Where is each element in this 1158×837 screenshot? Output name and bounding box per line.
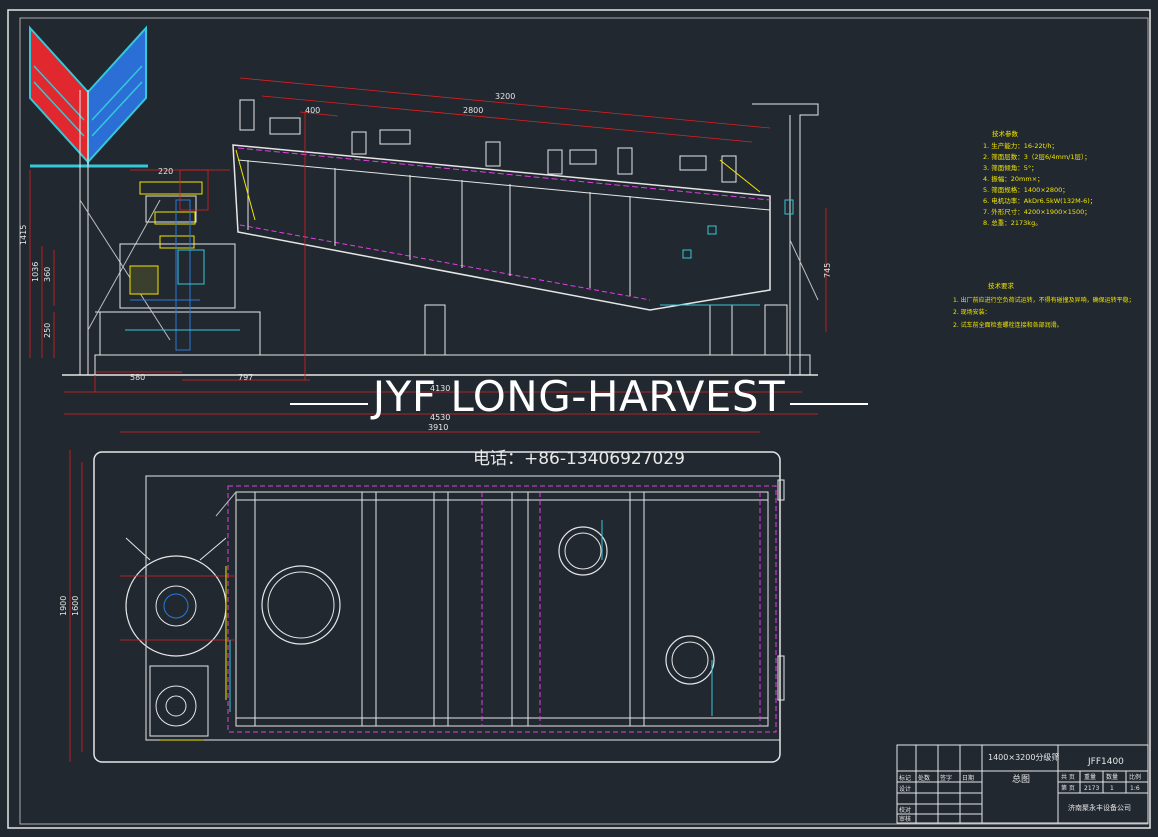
plan-view — [69, 431, 785, 763]
tech-spec-item: 5. 筛面规格：1400×2800； — [983, 185, 1069, 194]
drawing-name: 1400×3200分级筛 — [988, 752, 1059, 762]
dim-plan-width-outer: 1900 — [59, 596, 68, 616]
tech-req-item: 1. 出厂前应进行空负荷试运转，不得有碰撞及异响，确保运转平稳； — [953, 296, 1135, 304]
title-meta-header: 重量 — [1084, 773, 1096, 781]
title-row-label: 校对 — [899, 806, 911, 814]
tech-req-item: 2. 现场安装： — [953, 308, 991, 316]
title-meta-header: 比例 — [1129, 773, 1141, 781]
tech-spec-item: 8. 总重：2173kg。 — [983, 218, 1042, 227]
tech-req-header: 技术要求 — [988, 281, 1015, 290]
title-meta-value: 1:6 — [1130, 785, 1140, 792]
dim-left-height-2: 1036 — [31, 262, 40, 282]
inner-frame — [19, 17, 1149, 825]
tech-req-item: 2. 试车前全面检查螺栓连接和各部润滑。 — [953, 321, 1063, 329]
chevron-v-logo — [29, 25, 148, 168]
dim-top-total: 3200 — [495, 92, 515, 101]
company-name: 济南聚永丰设备公司 — [1068, 803, 1131, 812]
dim-left-height-4: 250 — [43, 323, 52, 338]
drawing-code: JFF1400 — [1087, 757, 1124, 767]
dim-left-height-3: 360 — [43, 267, 52, 282]
title-meta-header: 数量 — [1106, 773, 1118, 781]
tech-spec-item: 4. 振幅：20mm×； — [983, 174, 1044, 183]
dim-top-inner: 2800 — [463, 106, 483, 115]
title-col-header: 处数 — [918, 774, 930, 782]
side-elevation-view — [29, 77, 827, 415]
title-row-label: 设计 — [899, 785, 911, 793]
dim-plan-length: 3910 — [428, 423, 448, 432]
tech-spec-item: 1. 生产能力：16-22t/h； — [983, 141, 1058, 150]
dim-right-height: 745 — [823, 263, 832, 278]
tech-spec-item: 6. 电机功率：AkDr6.5kW(132M-6)； — [983, 196, 1096, 205]
title-meta-value: 1 — [1110, 785, 1114, 792]
watermark-title: JYF LONG-HARVEST — [372, 372, 786, 421]
title-col-header: 日期 — [962, 774, 974, 782]
tech-spec-item: 2. 筛面层数：3（2层6/4mm/1层）； — [983, 152, 1091, 161]
title-meta-value: 2173 — [1084, 785, 1099, 792]
dim-left-height-1: 1415 — [19, 225, 28, 245]
dim-plan-width-inner: 1600 — [71, 596, 80, 616]
dim-top-offset: 400 — [305, 106, 320, 115]
tech-spec-item: 7. 外形尺寸：4200×1900×1500； — [983, 207, 1091, 216]
tech-spec-header: 技术参数 — [992, 129, 1019, 138]
title-row-label: 审核 — [899, 815, 911, 823]
tech-spec-item: 3. 筛面倾角：5°； — [983, 163, 1038, 172]
title-meta-value: 第 页 — [1061, 784, 1075, 792]
dim-left-top-offset: 220 — [158, 167, 173, 176]
title-meta-header: 共 页 — [1061, 773, 1075, 781]
title-col-header: 标记 — [899, 774, 911, 782]
watermark-phone: 电话：+86-13406927029 — [473, 449, 685, 469]
drawing-type: 总图 — [1012, 773, 1030, 785]
title-col-header: 签字 — [940, 774, 952, 782]
